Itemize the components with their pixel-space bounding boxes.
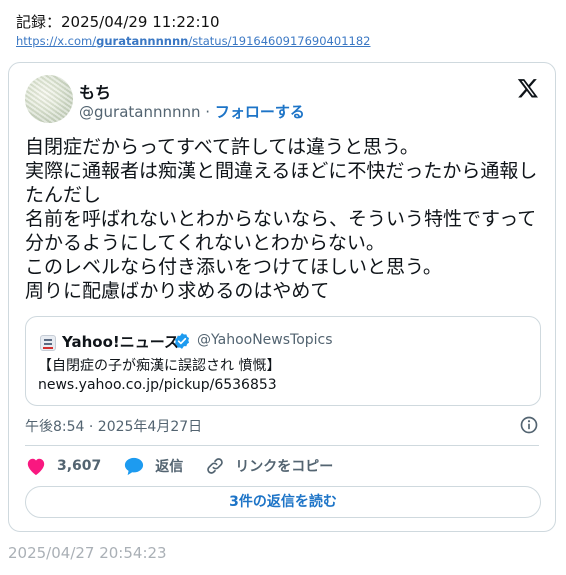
tweet-text: 自閉症だからってすべて許しては違うと思う。 実際に通報者は痴漢と間違えるほどに不… — [25, 136, 538, 302]
quote-author-name: Yahoo!ニュース — [62, 333, 179, 351]
url-user: guratannnnnn — [96, 34, 189, 48]
url-prefix: https://x.com/ — [16, 34, 97, 48]
heart-icon — [27, 458, 45, 476]
capture-time: 2025/04/27 20:54:23 — [8, 544, 167, 562]
copy-link-button[interactable]: リンクをコピー — [205, 456, 333, 476]
x-logo-icon[interactable] — [517, 77, 539, 99]
quote-author-handle: @YahooNewsTopics — [197, 332, 333, 348]
quoted-tweet[interactable]: Yahoo!ニュース @YahooNewsTopics 【自閉症の子が痴漢に誤認… — [25, 316, 541, 406]
url-suffix: /status/1916460917690401182 — [188, 34, 371, 48]
tweet-timestamp[interactable]: 午後8:54 · 2025年4月27日 — [25, 416, 202, 436]
quote-link[interactable]: news.yahoo.co.jp/pickup/6536853 — [38, 377, 277, 393]
read-replies-button[interactable]: 3件の返信を読む — [25, 486, 541, 518]
link-icon — [207, 458, 224, 474]
handle-separator: · — [200, 103, 215, 121]
copy-link-label: リンクをコピー — [235, 459, 334, 475]
handle-row: @guratannnnnn · フォローする — [79, 101, 305, 122]
tweet-url-link[interactable]: https://x.com/guratannnnnn/status/191646… — [16, 34, 370, 48]
reply-bubble-icon — [125, 457, 144, 476]
display-name[interactable]: もち — [79, 79, 111, 103]
user-handle[interactable]: @guratannnnnn — [79, 103, 201, 121]
follow-button[interactable]: フォローする — [215, 103, 305, 121]
divider — [25, 445, 539, 446]
avatar[interactable] — [25, 75, 73, 123]
reply-button[interactable]: 返信 — [123, 456, 183, 476]
quote-headline: 【自閉症の子が痴漢に誤認され 憤慨】 — [38, 358, 281, 374]
like-count: 3,607 — [57, 458, 102, 474]
action-bar: 3,607 返信 リンクをコピー — [25, 455, 355, 477]
yahoo-news-icon — [40, 335, 56, 351]
reply-label: 返信 — [155, 459, 184, 475]
like-button[interactable]: 3,607 — [25, 456, 101, 476]
record-timestamp: 記録：2025/04/29 11:22:10 — [16, 13, 220, 31]
tweet-card: もち @guratannnnnn · フォローする 自閉症だからってすべて許して… — [8, 62, 556, 532]
verified-badge-icon — [174, 333, 190, 349]
info-icon[interactable] — [519, 415, 539, 435]
